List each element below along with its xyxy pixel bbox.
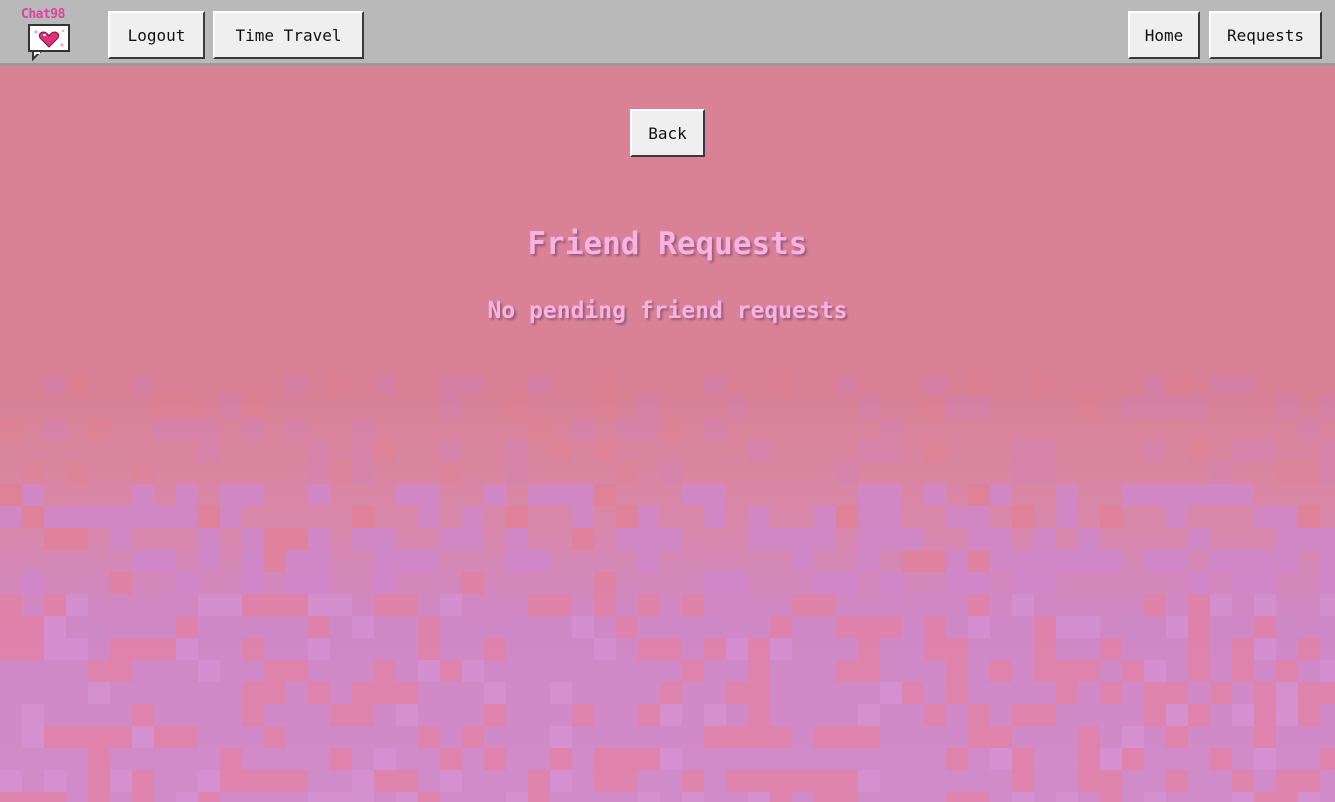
page-background [0, 66, 1335, 802]
logout-button[interactable]: Logout [108, 11, 205, 59]
requests-button[interactable]: Requests [1209, 11, 1322, 59]
top-toolbar: Chat98 Logout Time Travel Home Requests [0, 0, 1335, 66]
home-button[interactable]: Home [1128, 11, 1200, 59]
pixel-pattern [0, 374, 1335, 802]
app-logo[interactable]: Chat98 [21, 8, 77, 62]
empty-state-message: No pending friend requests [487, 298, 848, 324]
back-button[interactable]: Back [630, 109, 705, 157]
logo-text: Chat98 [21, 7, 65, 22]
chat-bubble-heart-icon [28, 24, 70, 61]
page-title: Friend Requests [527, 226, 808, 262]
time-travel-button[interactable]: Time Travel [213, 11, 364, 59]
